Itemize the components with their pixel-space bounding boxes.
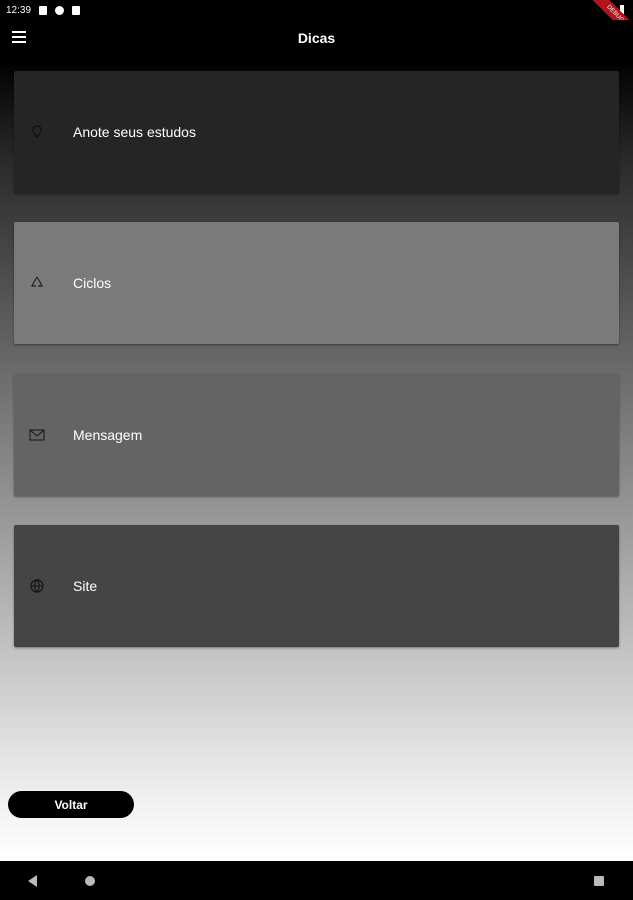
globe-icon <box>30 579 44 593</box>
menu-icon[interactable] <box>12 31 26 43</box>
card-site[interactable]: Site <box>14 525 619 647</box>
status-bar: 12:39 <box>0 0 633 20</box>
notification-icon <box>55 5 65 15</box>
recents-icon[interactable] <box>594 876 604 886</box>
page-title: Dicas <box>297 30 336 46</box>
app-bar: Dicas <box>0 20 633 56</box>
home-icon[interactable] <box>85 876 95 886</box>
notification-icon <box>39 5 48 15</box>
card-label: Mensagem <box>73 427 143 443</box>
voltar-button[interactable]: Voltar <box>8 791 134 818</box>
card-label: Site <box>73 578 98 594</box>
card-label: Anote seus estudos <box>73 124 196 140</box>
card-mensagem[interactable]: Mensagem <box>14 374 619 496</box>
card-ciclos[interactable]: Ciclos <box>14 222 619 344</box>
card-label: Ciclos <box>73 275 112 291</box>
back-icon[interactable] <box>28 875 37 887</box>
mail-icon <box>29 429 45 441</box>
status-time: 12:39 <box>6 4 32 16</box>
recycle-icon <box>31 276 43 287</box>
navigation-bar <box>0 861 633 900</box>
notification-icon <box>72 5 81 15</box>
pin-icon <box>32 125 42 138</box>
card-anote-seus-estudos[interactable]: Anote seus estudos <box>14 71 619 193</box>
